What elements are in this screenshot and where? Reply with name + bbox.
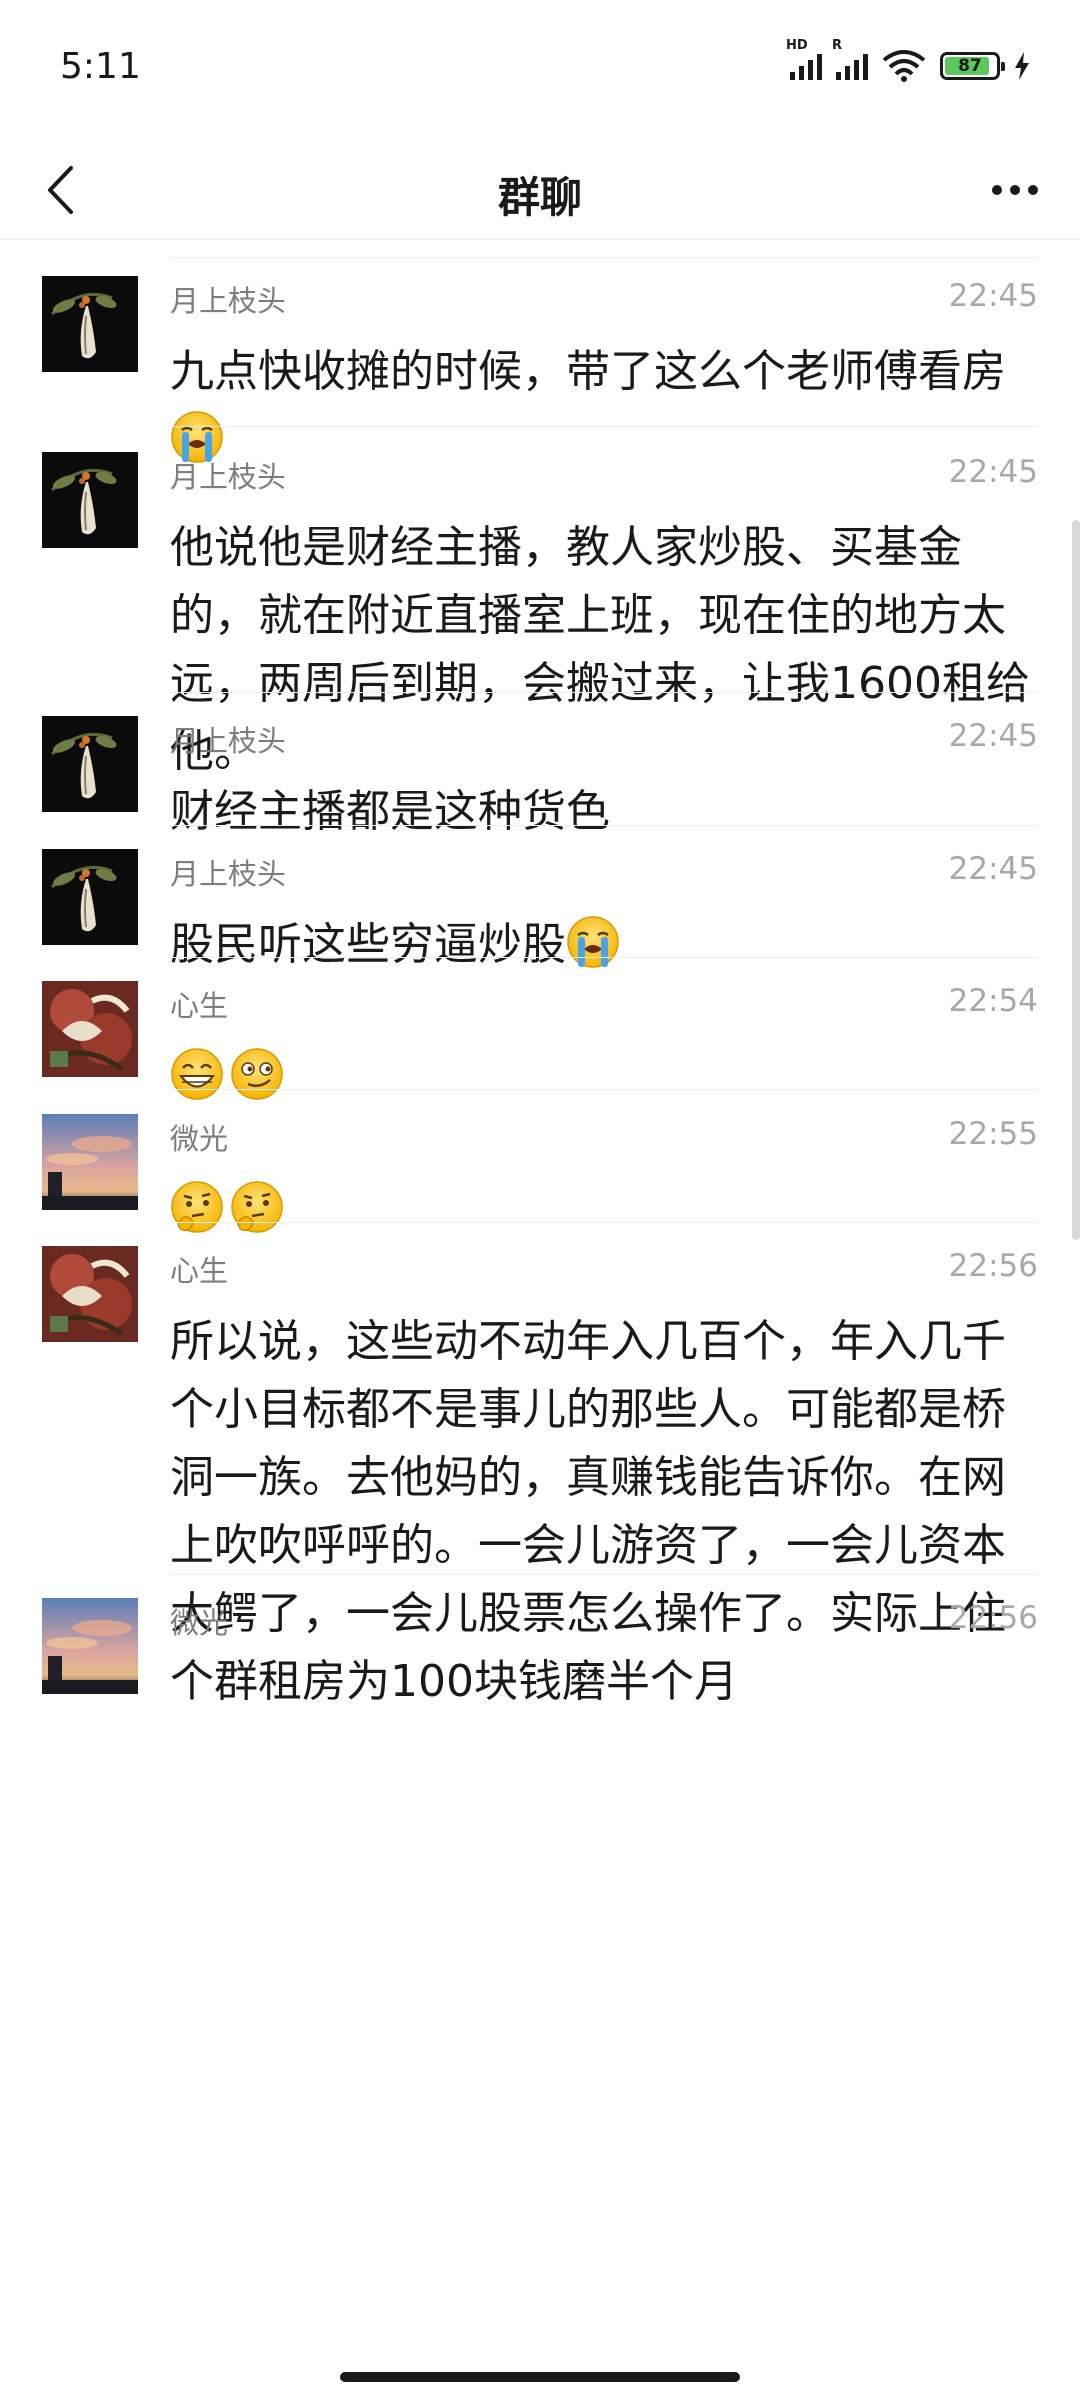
battery-level: 87 <box>958 56 982 76</box>
message-text-content: 财经主播都是这种货色 <box>170 786 610 837</box>
signal-r-tag: R <box>832 38 843 53</box>
message-text: 股民听这些穷逼炒股 <box>170 911 1046 979</box>
sender-name[interactable]: 月上枝头 <box>170 454 286 496</box>
message-list[interactable]: 月上枝头 22:45 九点快收摊的时候，带了这么个老师傅看房 月上枝头 22:45 他说他… <box>0 240 1080 2370</box>
message-text-content: 他说他是财经主播，教人家炒股、买基金的，就在附近直播室上班，现在住的地方太远，两… <box>170 522 1030 777</box>
divider <box>170 825 1038 826</box>
sender-name[interactable]: 心生 <box>170 983 228 1025</box>
divider <box>170 957 1038 958</box>
message-text: 他说他是财经主播，教人家炒股、买基金的，就在附近直播室上班，现在住的地方太远，两… <box>170 514 1046 786</box>
sender-name[interactable]: 心生 <box>170 1248 228 1290</box>
thinking-emoji-icon <box>231 1181 283 1233</box>
message-text: 财经主播都是这种货色 <box>170 778 1046 846</box>
charging-icon <box>1015 52 1029 80</box>
message-text: 九点快收摊的时候，带了这么个老师傅看房 <box>170 338 1046 474</box>
home-indicator[interactable] <box>340 2372 740 2382</box>
signal-icon: HD <box>786 38 822 80</box>
message-text <box>170 1176 1046 1244</box>
avatar[interactable] <box>42 716 138 812</box>
divider <box>170 257 1038 258</box>
more-dots-icon <box>992 185 1002 195</box>
message-text-content: 所以说，这些动不动年入几百个，年入几千个小目标都不是事儿的那些人。可能都是桥洞一… <box>170 1316 1006 1707</box>
message-time: 22:45 <box>948 454 1038 490</box>
avatar[interactable] <box>42 1114 138 1210</box>
grin-emoji-icon <box>171 1048 223 1100</box>
message-text-content: 股民听这些穷逼炒股 <box>170 919 566 970</box>
message-time: 22:45 <box>948 718 1038 754</box>
page-title: 群聊 <box>497 173 582 222</box>
message-text: 所以说，这些动不动年入几百个，年入几千个小目标都不是事儿的那些人。可能都是桥洞一… <box>170 1308 1046 1716</box>
avatar[interactable] <box>42 1246 138 1342</box>
sender-name[interactable]: 月上枝头 <box>170 718 286 760</box>
divider <box>170 1222 1038 1223</box>
message-time: 22:55 <box>948 1116 1038 1152</box>
wifi-icon <box>882 50 926 82</box>
sender-name[interactable]: 月上枝头 <box>170 278 286 320</box>
avatar[interactable] <box>42 276 138 372</box>
divider <box>170 1089 1038 1090</box>
message-time: 22:54 <box>948 983 1038 1019</box>
message-time: 22:45 <box>948 851 1038 887</box>
sender-name[interactable]: 微光 <box>170 1116 228 1158</box>
thinking-emoji-icon <box>171 1181 223 1233</box>
divider <box>170 1574 1038 1575</box>
avatar[interactable] <box>42 849 138 945</box>
sender-name[interactable]: 微光 <box>170 1600 228 1642</box>
divider <box>170 692 1038 693</box>
signal-icon: R <box>832 38 868 80</box>
sender-name[interactable]: 月上枝头 <box>170 851 286 893</box>
status-bar: 5:11 HD R 87 <box>0 0 1080 140</box>
message-text-content: 九点快收摊的时候，带了这么个老师傅看房 <box>170 346 1006 397</box>
message-time: 22:56 <box>948 1248 1038 1284</box>
message-text <box>170 1043 1046 1111</box>
nav-bar: 群聊 <box>0 140 1080 240</box>
scrollbar[interactable] <box>1072 520 1080 1240</box>
avatar[interactable] <box>42 981 138 1077</box>
more-button[interactable] <box>980 160 1050 220</box>
crying-emoji-icon <box>567 916 619 968</box>
battery-icon: 87 <box>940 52 1005 80</box>
avatar[interactable] <box>42 1598 138 1694</box>
message-time: 22:56 <box>948 1600 1038 1636</box>
status-time: 5:11 <box>60 46 141 87</box>
smirk-emoji-icon <box>231 1048 283 1100</box>
avatar[interactable] <box>42 452 138 548</box>
message-time: 22:45 <box>948 278 1038 314</box>
divider <box>170 426 1038 427</box>
signal-hd-tag: HD <box>786 38 808 53</box>
status-icons: HD R 87 <box>786 38 1030 82</box>
